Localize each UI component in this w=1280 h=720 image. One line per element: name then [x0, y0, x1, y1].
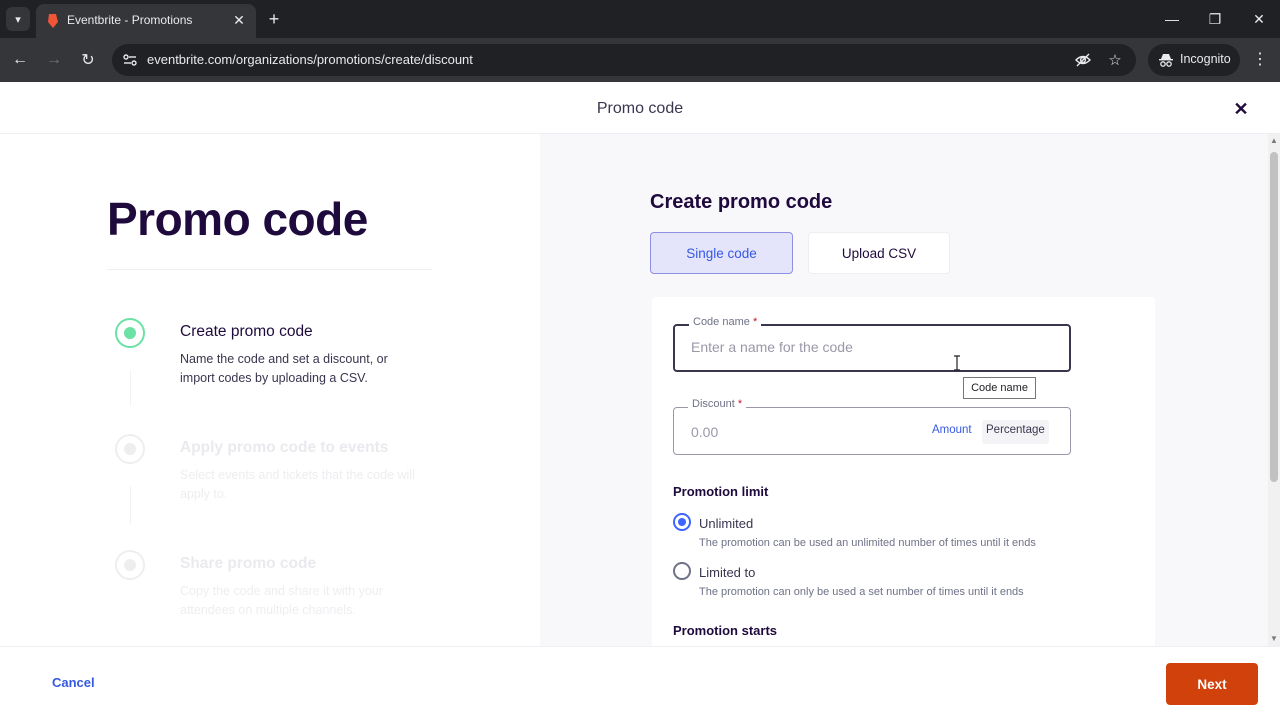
- incognito-icon: [1159, 54, 1173, 67]
- incognito-indicator[interactable]: Incognito: [1148, 44, 1240, 76]
- new-tab-plus-icon[interactable]: +: [264, 9, 284, 29]
- divider: [107, 269, 432, 270]
- browser-tab-bar: ▾ Eventbrite - Promotions ✕ + — ❐ ✕: [0, 0, 1280, 38]
- modal-close-icon[interactable]: ✕: [1230, 98, 1252, 120]
- url-text[interactable]: eventbrite.com/organizations/promotions/…: [147, 52, 473, 67]
- eventbrite-favicon-icon: [48, 14, 58, 28]
- step-title: Apply promo code to events: [180, 439, 389, 456]
- scroll-thumb[interactable]: [1270, 152, 1278, 482]
- percentage-toggle[interactable]: Percentage: [982, 420, 1049, 444]
- forward-arrow-icon[interactable]: →: [42, 48, 66, 72]
- code-name-label: Code name *: [689, 316, 762, 328]
- back-arrow-icon[interactable]: ←: [8, 48, 32, 72]
- bookmark-star-icon[interactable]: ☆: [1106, 51, 1124, 69]
- step-create-promo-code: Create promo code Name the code and set …: [115, 318, 455, 388]
- limited-to-radio[interactable]: [673, 562, 691, 580]
- unlimited-radio[interactable]: [673, 513, 691, 531]
- tab-close-icon[interactable]: ✕: [230, 11, 248, 29]
- form-title: Create promo code: [650, 191, 833, 213]
- steps-pane: Promo code Create promo code Name the co…: [0, 134, 540, 646]
- address-bar[interactable]: eventbrite.com/organizations/promotions/…: [112, 44, 1136, 76]
- form-pane: Create promo code Single code Upload CSV…: [540, 134, 1268, 646]
- incognito-label: Incognito: [1180, 52, 1231, 66]
- scroll-down-icon[interactable]: ▼: [1270, 634, 1278, 643]
- reload-icon[interactable]: ↻: [76, 48, 100, 72]
- step-description: Name the code and set a discount, or imp…: [180, 352, 388, 385]
- step-indicator-icon: [115, 318, 145, 348]
- site-info-tune-icon[interactable]: [122, 52, 138, 68]
- restore-icon[interactable]: ❐: [1203, 8, 1227, 30]
- discount-field[interactable]: Discount * 0.00 Amount Percentage: [673, 398, 1071, 455]
- tab-search-chevron-icon[interactable]: ▾: [6, 7, 30, 31]
- unlimited-label[interactable]: Unlimited: [699, 516, 753, 531]
- step-connector: [130, 486, 131, 524]
- next-button[interactable]: Next: [1166, 663, 1258, 705]
- browser-tab[interactable]: Eventbrite - Promotions ✕: [36, 4, 256, 38]
- code-name-input[interactable]: [691, 339, 1051, 355]
- unlimited-description: The promotion can be used an unlimited n…: [699, 537, 1036, 549]
- minimize-icon[interactable]: —: [1160, 8, 1184, 30]
- promotion-limit-heading: Promotion limit: [673, 484, 769, 499]
- tab-title: Eventbrite - Promotions: [67, 13, 193, 27]
- step-indicator-icon: [115, 550, 145, 580]
- code-name-field[interactable]: Code name *: [673, 316, 1071, 372]
- upload-csv-tab[interactable]: Upload CSV: [808, 232, 950, 274]
- step-apply-promo-code: Apply promo code to events Select events…: [115, 434, 455, 504]
- amount-toggle[interactable]: Amount: [932, 424, 972, 436]
- step-title: Share promo code: [180, 555, 317, 572]
- eye-off-icon[interactable]: [1074, 51, 1092, 69]
- window-close-icon[interactable]: ✕: [1247, 8, 1271, 30]
- discount-label: Discount *: [688, 398, 747, 410]
- text-cursor-icon: [954, 355, 960, 371]
- footer-bar: Cancel Next: [0, 646, 1280, 720]
- step-title: Create promo code: [180, 323, 313, 340]
- limited-to-label[interactable]: Limited to: [699, 565, 755, 580]
- promo-form-card: Code name * Discount * 0.00 Amount Perce…: [652, 297, 1155, 646]
- modal-title: Promo code: [596, 100, 684, 117]
- scroll-up-icon[interactable]: ▲: [1270, 136, 1278, 145]
- step-description: Select events and tickets that the code …: [180, 468, 415, 501]
- promo-code-page: Promo code ✕ Promo code Create promo cod…: [0, 82, 1280, 720]
- step-indicator-icon: [115, 434, 145, 464]
- modal-header: Promo code ✕: [0, 82, 1280, 134]
- step-description: Copy the code and share it with your att…: [180, 584, 383, 617]
- browser-menu-icon[interactable]: ⋮: [1250, 48, 1270, 72]
- discount-input[interactable]: 0.00: [691, 424, 718, 440]
- step-connector: [130, 370, 131, 406]
- single-code-tab[interactable]: Single code: [650, 232, 793, 274]
- cancel-button[interactable]: Cancel: [52, 675, 95, 690]
- page-title: Promo code: [107, 193, 368, 245]
- scrollbar[interactable]: ▲ ▼: [1268, 134, 1280, 646]
- promotion-starts-heading: Promotion starts: [673, 623, 778, 638]
- browser-toolbar: ← → ↻ eventbrite.com/organizations/promo…: [0, 38, 1280, 82]
- step-share-promo-code: Share promo code Copy the code and share…: [115, 550, 455, 620]
- limited-to-description: The promotion can only be used a set num…: [699, 586, 1024, 598]
- code-name-tooltip: Code name: [963, 377, 1036, 399]
